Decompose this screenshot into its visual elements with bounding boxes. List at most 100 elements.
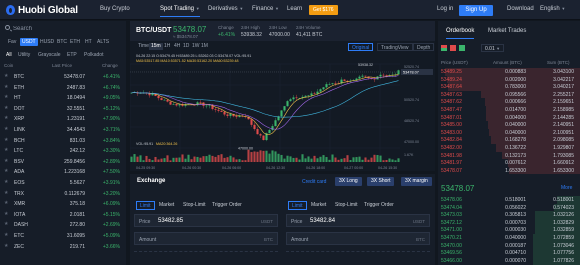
quote-tab-fav[interactable]: Fav xyxy=(6,38,18,46)
category-tab-all[interactable]: All xyxy=(6,52,12,58)
sell-tab-limit[interactable]: Limit xyxy=(288,201,307,210)
col-coin[interactable]: Coin xyxy=(4,63,13,68)
sell-tab-stop-limit[interactable]: Stop-Limit xyxy=(332,201,361,210)
market-row-ltc[interactable]: ★ LTC 242.12 +3.30% xyxy=(0,146,126,157)
more-link[interactable]: More xyxy=(561,185,572,191)
timeframe-1m[interactable]: 1M xyxy=(199,43,210,50)
star-icon[interactable]: ★ xyxy=(4,211,8,217)
ask-row[interactable]: 53481.98 0.132173 1.793085 xyxy=(438,151,580,160)
kline-chart[interactable]: 04-26 22:15 O:53479.45 H:53489.25 L:5326… xyxy=(130,52,435,171)
market-row-xmr[interactable]: ★ XMR 375.18 +6.09% xyxy=(0,199,126,210)
star-icon[interactable]: ★ xyxy=(4,179,8,185)
market-row-xrp[interactable]: ★ XRP 1.23191 +7.90% xyxy=(0,114,126,125)
quote-tab-ht[interactable]: HT xyxy=(83,38,94,46)
ask-row[interactable]: 53487.47 0.014700 2.158985 xyxy=(438,106,580,114)
buy-amount-slider[interactable] xyxy=(134,251,278,257)
market-row-btc[interactable]: ★ BTC 53478.07 +6.41% xyxy=(0,72,126,83)
promo-badge[interactable]: Get $176 xyxy=(309,5,338,15)
timeframe-1h[interactable]: 1H xyxy=(162,43,172,50)
col-change[interactable]: Change xyxy=(102,63,118,68)
category-tab-etp[interactable]: ETP xyxy=(67,52,77,58)
star-icon[interactable]: ★ xyxy=(4,158,8,164)
star-icon[interactable]: ★ xyxy=(4,243,8,249)
star-icon[interactable]: ★ xyxy=(4,190,8,196)
depth-bids-icon[interactable] xyxy=(459,45,465,51)
view-depth[interactable]: Depth xyxy=(413,43,435,51)
market-row-iota[interactable]: ★ IOTA 2.0181 +5.15% xyxy=(0,210,126,221)
view-original[interactable]: Original xyxy=(348,43,374,51)
category-tab-utility[interactable]: Utility xyxy=(18,52,30,58)
market-row-bch[interactable]: ★ BCH 831.03 +3.84% xyxy=(0,136,126,147)
star-icon[interactable]: ★ xyxy=(4,105,8,111)
ask-row[interactable]: 53482.00 0.136722 1.929807 xyxy=(438,144,580,152)
tab-market-trades[interactable]: Market Trades xyxy=(488,28,526,34)
star-icon[interactable]: ★ xyxy=(4,84,8,90)
star-icon[interactable]: ★ xyxy=(4,126,8,132)
timeframe-15m[interactable]: 15m xyxy=(149,43,163,50)
buy-tab-trigger-order[interactable]: Trigger Order xyxy=(209,201,245,210)
ask-row[interactable]: 53489.25 0.000883 3.043100 xyxy=(438,68,580,76)
market-row-dot[interactable]: ★ DOT 32.5551 +5.12% xyxy=(0,104,126,115)
market-row-eos[interactable]: ★ EOS 5.5627 +3.91% xyxy=(0,178,126,189)
market-row-bsv[interactable]: ★ BSV 259.8456 +2.89% xyxy=(0,157,126,168)
quote-tab-usdt[interactable]: USDT xyxy=(20,38,38,46)
margin-3x-button[interactable]: 3X margin xyxy=(401,177,432,186)
buy-tab-limit[interactable]: Limit xyxy=(136,201,155,210)
market-row-eth[interactable]: ★ ETH 2487.83 +6.74% xyxy=(0,83,126,94)
buy-tab-stop-limit[interactable]: Stop-Limit xyxy=(180,201,209,210)
buy-price-field[interactable]: Price 53482.85 USDT xyxy=(134,214,278,227)
star-icon[interactable]: ★ xyxy=(4,147,8,153)
sell-tab-market[interactable]: Market xyxy=(308,201,329,210)
tab-orderbook[interactable]: Orderbook xyxy=(446,28,475,39)
download-link[interactable]: Download xyxy=(507,6,534,12)
view-tradingview[interactable]: TradingView xyxy=(377,43,413,51)
star-icon[interactable]: ★ xyxy=(4,115,8,121)
star-icon[interactable]: ★ xyxy=(4,168,8,174)
ask-row[interactable]: 53487.01 0.004000 2.144285 xyxy=(438,113,580,122)
bid-row[interactable]: 53474.04 0.056022 0.574023 xyxy=(438,203,580,212)
quote-tab-btc[interactable]: BTC xyxy=(55,38,69,46)
nav-derivatives[interactable]: Derivatives ▼ xyxy=(208,6,243,12)
market-row-ht[interactable]: ★ HT 18.0494 +9.05% xyxy=(0,93,126,104)
signup-button[interactable]: Sign Up xyxy=(459,5,493,16)
bid-row[interactable]: 53469.56 0.004710 1.077756 xyxy=(438,249,580,257)
depth-both-icon[interactable] xyxy=(441,45,447,51)
col-last-price[interactable]: Last Price xyxy=(52,63,72,68)
search-box[interactable] xyxy=(4,24,122,33)
bid-row[interactable]: 53472.12 0.000703 1.032829 xyxy=(438,218,580,227)
star-icon[interactable]: ★ xyxy=(4,200,8,206)
search-input[interactable] xyxy=(13,24,113,33)
sell-tab-trigger-order[interactable]: Trigger Order xyxy=(361,201,397,210)
ask-row[interactable]: 53485.00 0.040000 2.140951 xyxy=(438,121,580,129)
market-row-trx[interactable]: ★ TRX 0.112679 +3.20% xyxy=(0,189,126,200)
buy-tab-market[interactable]: Market xyxy=(156,201,177,210)
star-icon[interactable]: ★ xyxy=(4,137,8,143)
precision-select[interactable]: 0.01 ▼ xyxy=(481,44,505,52)
nav-finance[interactable]: Finance ▼ xyxy=(252,6,279,12)
bid-row[interactable]: 53470.21 0.040000 1.072859 xyxy=(438,234,580,242)
huobi-logo[interactable]: Huobi Global xyxy=(6,4,78,16)
quote-tab-husd[interactable]: HUSD xyxy=(38,38,56,46)
ask-row[interactable]: 53489.24 0.002000 3.042217 xyxy=(438,75,580,84)
star-icon[interactable]: ★ xyxy=(4,73,8,79)
quote-tab-eth[interactable]: ETH xyxy=(68,38,82,46)
market-row-zec[interactable]: ★ ZEC 219.71 +3.66% xyxy=(0,242,126,253)
language-select[interactable]: English ▼ xyxy=(540,6,565,12)
bid-row[interactable]: 53478.06 0.518001 0.518001 xyxy=(438,196,580,204)
ask-row[interactable]: 53487.63 0.095566 2.255217 xyxy=(438,90,580,99)
ask-row[interactable]: 53483.00 0.040000 2.100951 xyxy=(438,128,580,137)
short-3x-button[interactable]: 3X Short xyxy=(367,177,395,186)
category-tab-polkadot[interactable]: Polkadot xyxy=(84,52,103,58)
bid-row[interactable]: 53470.00 0.000187 1.073046 xyxy=(438,241,580,250)
star-icon[interactable]: ★ xyxy=(4,221,8,227)
depth-asks-icon[interactable] xyxy=(450,45,456,51)
quote-tab-alts[interactable]: ALTS xyxy=(95,38,111,46)
market-row-etc[interactable]: ★ ETC 31.6095 +5.09% xyxy=(0,231,126,242)
market-row-dash[interactable]: ★ DASH 272.80 +2.69% xyxy=(0,220,126,231)
category-tab-grayscale[interactable]: Grayscale xyxy=(38,52,61,58)
sell-price-field[interactable]: Price 53482.84 USDT xyxy=(286,214,430,227)
ask-row[interactable]: 53478.07 1.653300 1.653300 xyxy=(438,166,580,175)
ask-row[interactable]: 53487.64 0.783000 3.040217 xyxy=(438,83,580,91)
market-row-ada[interactable]: ★ ADA 1.223168 +7.50% xyxy=(0,167,126,178)
ask-row[interactable]: 53482.84 0.168278 2.098085 xyxy=(438,136,580,144)
